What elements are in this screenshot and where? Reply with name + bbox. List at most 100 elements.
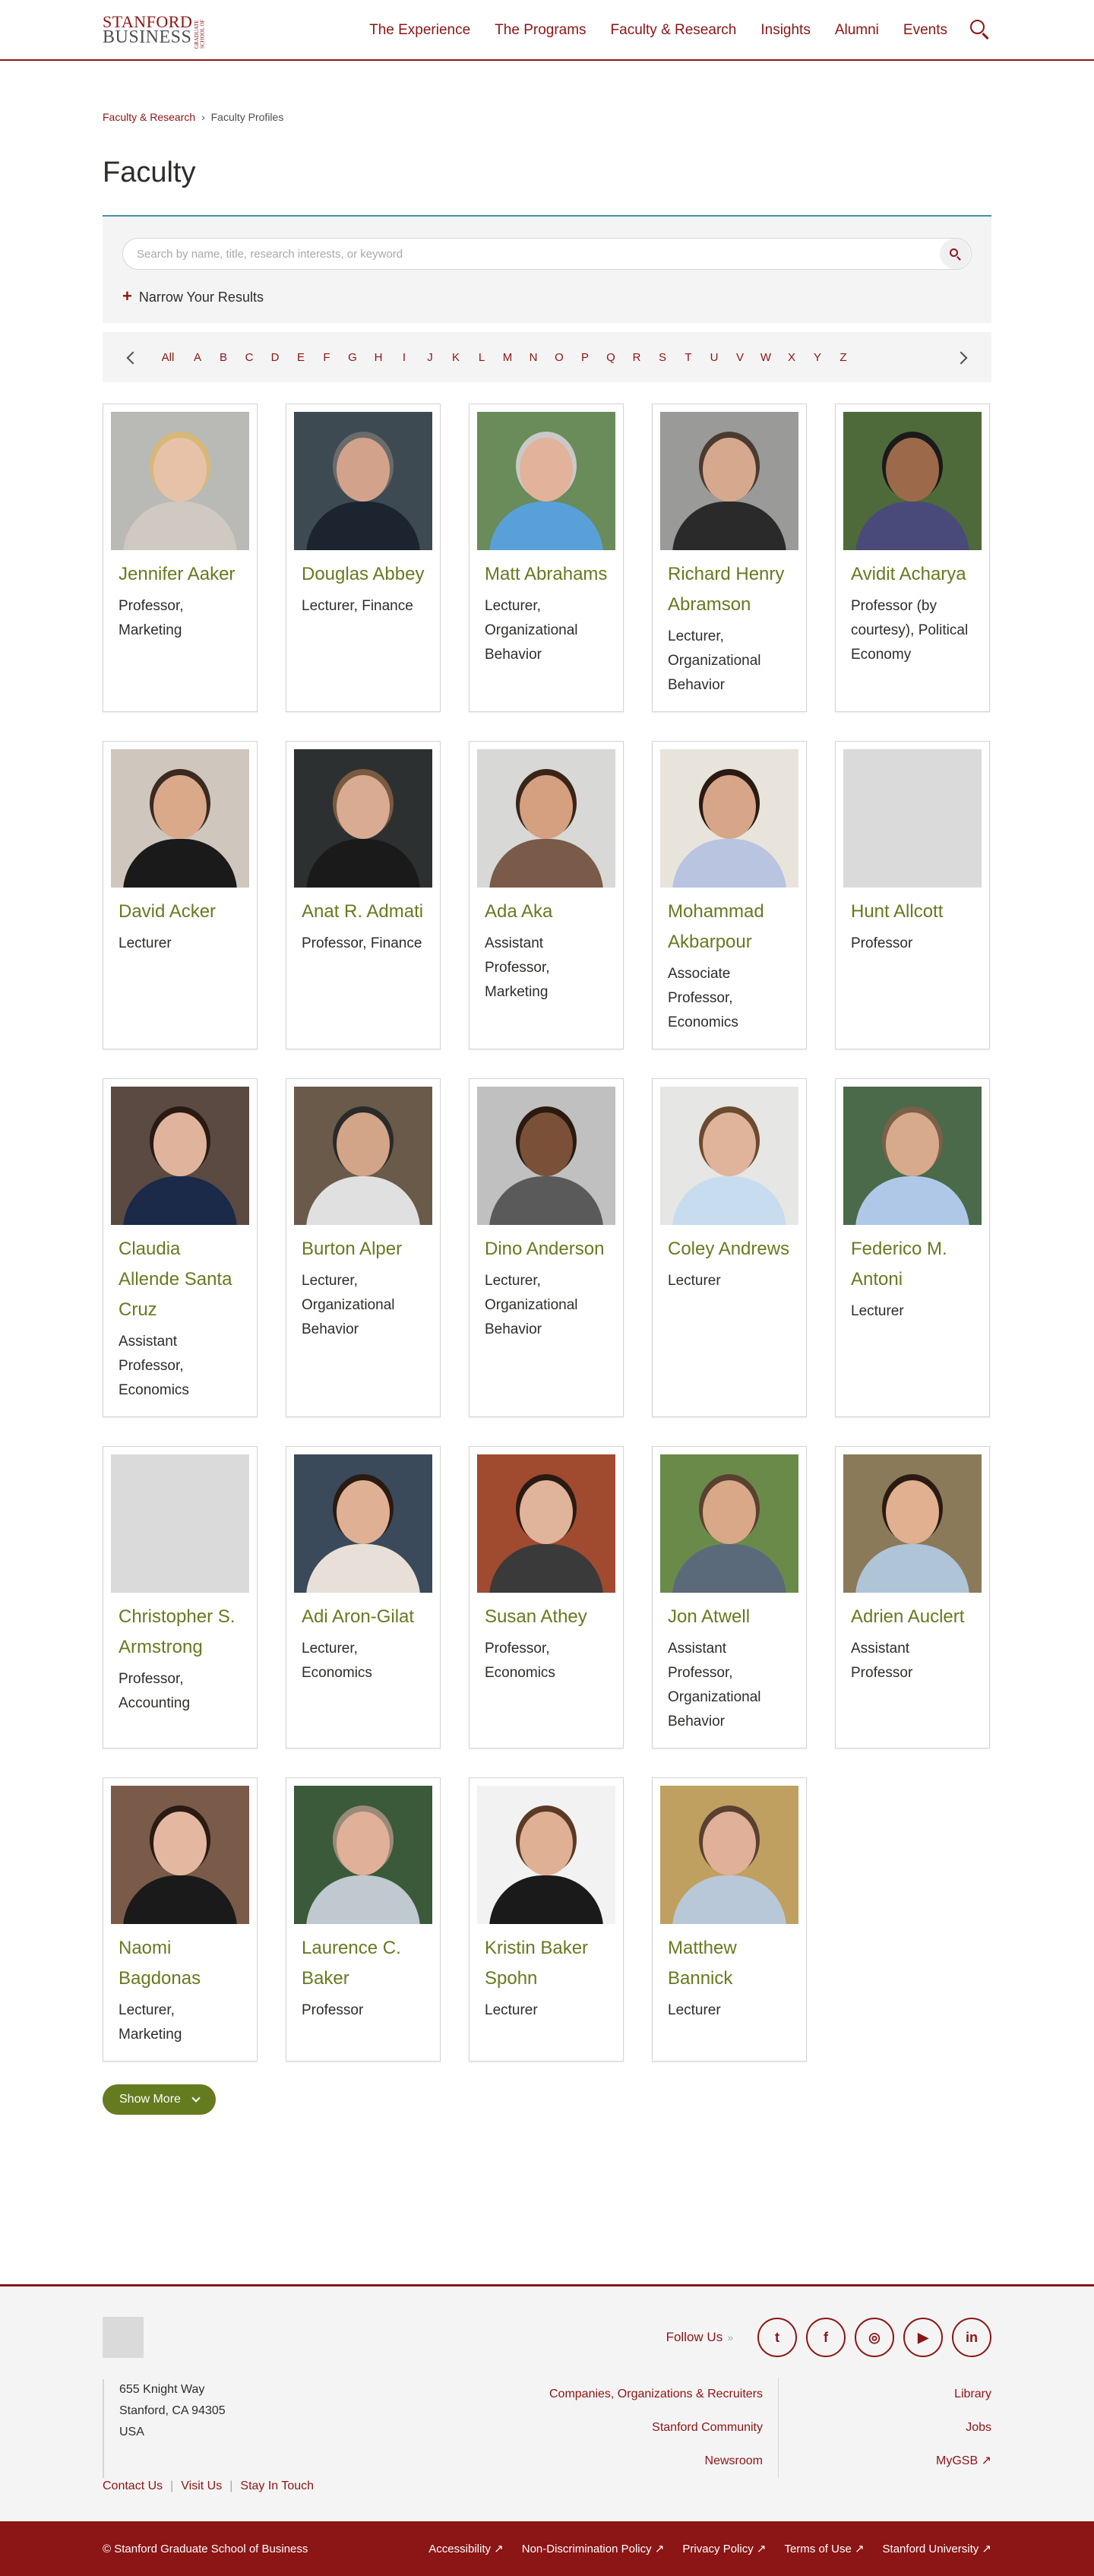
- breadcrumb-parent-link[interactable]: Faculty & Research: [103, 111, 195, 123]
- footer-link-newsroom[interactable]: Newsroom: [549, 2445, 763, 2478]
- nav-the-experience[interactable]: The Experience: [369, 22, 470, 39]
- chevron-right-icon[interactable]: [953, 347, 973, 367]
- faculty-name[interactable]: Laurence C. Baker: [294, 1933, 432, 1994]
- letter-w[interactable]: W: [753, 351, 779, 364]
- letter-j[interactable]: J: [417, 351, 443, 364]
- footer-link-jobs[interactable]: Jobs: [779, 2411, 991, 2445]
- faculty-card[interactable]: Claudia Allende Santa Cruz Assistant Prof…: [103, 1078, 258, 1417]
- faculty-card[interactable]: Laurence C. Baker Professor: [286, 1777, 441, 2062]
- letter-r[interactable]: R: [624, 351, 650, 364]
- letter-u[interactable]: U: [701, 351, 727, 364]
- faculty-photo[interactable]: [111, 1087, 249, 1225]
- nav-insights[interactable]: Insights: [760, 22, 810, 39]
- faculty-photo[interactable]: [660, 1786, 798, 1924]
- faculty-card[interactable]: Adi Aron-Gilat Lecturer, Economics: [286, 1446, 441, 1748]
- chevron-left-icon[interactable]: [121, 347, 141, 367]
- faculty-photo[interactable]: [843, 1087, 982, 1225]
- faculty-card[interactable]: Burton Alper Lecturer, Organizational Beh…: [286, 1078, 441, 1417]
- faculty-name[interactable]: Naomi Bagdonas: [111, 1933, 249, 1994]
- faculty-photo[interactable]: [294, 1087, 432, 1225]
- faculty-card[interactable]: Ada Aka Assistant Professor, Marketing: [469, 741, 624, 1049]
- letter-z[interactable]: Z: [830, 351, 856, 364]
- gsb-logo[interactable]: STANFORD BUSINESS GRADUATE SCHOOL OF: [103, 12, 207, 49]
- faculty-name[interactable]: Burton Alper: [294, 1234, 432, 1264]
- faculty-photo[interactable]: [843, 412, 982, 550]
- faculty-card[interactable]: Mohammad Akbarpour Associate Professor, E…: [652, 741, 807, 1049]
- faculty-name[interactable]: Adi Aron-Gilat: [294, 1602, 432, 1632]
- footer-link-library[interactable]: Library: [779, 2378, 991, 2411]
- faculty-name[interactable]: Richard Henry Abramson: [660, 559, 798, 620]
- faculty-photo[interactable]: [294, 1454, 432, 1593]
- faculty-photo[interactable]: [477, 1087, 615, 1225]
- faculty-name[interactable]: Federico M. Antoni: [843, 1234, 982, 1295]
- faculty-name[interactable]: Matthew Bannick: [660, 1933, 798, 1994]
- faculty-name[interactable]: Dino Anderson: [477, 1234, 615, 1264]
- legal-link-accessibility[interactable]: Accessibility ↗: [428, 2542, 503, 2555]
- faculty-card[interactable]: Hunt Allcott Professor: [835, 741, 990, 1049]
- nav-alumni[interactable]: Alumni: [835, 22, 879, 39]
- facebook-icon[interactable]: f: [806, 2318, 846, 2357]
- search-icon[interactable]: [970, 20, 991, 41]
- faculty-card[interactable]: Anat R. Admati Professor, Finance: [286, 741, 441, 1049]
- faculty-name[interactable]: Hunt Allcott: [843, 897, 982, 927]
- faculty-card[interactable]: Adrien Auclert Assistant Professor: [835, 1446, 990, 1748]
- faculty-name[interactable]: Avidit Acharya: [843, 559, 982, 590]
- letter-x[interactable]: X: [779, 351, 805, 364]
- search-submit-button[interactable]: [940, 239, 970, 269]
- faculty-card[interactable]: Coley Andrews Lecturer: [652, 1078, 807, 1417]
- faculty-name[interactable]: Matt Abrahams: [477, 559, 615, 590]
- letter-c[interactable]: C: [236, 351, 262, 364]
- letter-h[interactable]: H: [365, 351, 391, 364]
- faculty-name[interactable]: Jennifer Aaker: [111, 559, 249, 590]
- faculty-name[interactable]: Claudia Allende Santa Cruz: [111, 1234, 249, 1325]
- faculty-card[interactable]: Dino Anderson Lecturer, Organizational Be…: [469, 1078, 624, 1417]
- footer-logo[interactable]: [103, 2317, 144, 2358]
- letter-g[interactable]: G: [340, 351, 365, 364]
- faculty-photo[interactable]: [843, 1454, 982, 1593]
- faculty-card[interactable]: Avidit Acharya Professor (by courtesy), P…: [835, 403, 990, 712]
- letter-d[interactable]: D: [262, 351, 288, 364]
- faculty-card[interactable]: Douglas Abbey Lecturer, Finance: [286, 403, 441, 712]
- faculty-name[interactable]: Susan Athey: [477, 1602, 615, 1632]
- letter-t[interactable]: T: [675, 351, 701, 364]
- faculty-photo[interactable]: [477, 749, 615, 888]
- faculty-name[interactable]: Ada Aka: [477, 897, 615, 927]
- faculty-photo-placeholder[interactable]: [843, 749, 982, 888]
- linkedin-icon[interactable]: in: [952, 2318, 991, 2357]
- faculty-search-input[interactable]: [137, 247, 940, 261]
- nav-faculty-research[interactable]: Faculty & Research: [611, 22, 737, 39]
- faculty-card[interactable]: Christopher S. Armstrong Professor, Accou…: [103, 1446, 258, 1748]
- footer-link-visit-us[interactable]: Visit Us: [181, 2479, 222, 2492]
- letter-n[interactable]: N: [520, 351, 546, 364]
- nav-events[interactable]: Events: [903, 22, 947, 39]
- footer-link-contact-us[interactable]: Contact Us: [103, 2479, 163, 2492]
- faculty-card[interactable]: Richard Henry Abramson Lecturer, Organiza…: [652, 403, 807, 712]
- faculty-name[interactable]: Douglas Abbey: [294, 559, 432, 590]
- faculty-name[interactable]: Mohammad Akbarpour: [660, 897, 798, 957]
- faculty-name[interactable]: Christopher S. Armstrong: [111, 1602, 249, 1663]
- faculty-photo[interactable]: [111, 1786, 249, 1924]
- letter-y[interactable]: Y: [805, 351, 830, 364]
- legal-link-non-discrimination-policy[interactable]: Non-Discrimination Policy ↗: [522, 2542, 665, 2555]
- letter-all[interactable]: All: [151, 351, 185, 364]
- faculty-name[interactable]: Adrien Auclert: [843, 1602, 982, 1632]
- footer-link-stay-in-touch[interactable]: Stay In Touch: [240, 2479, 314, 2492]
- faculty-photo[interactable]: [294, 749, 432, 888]
- youtube-icon[interactable]: ▶: [903, 2318, 943, 2357]
- faculty-card[interactable]: David Acker Lecturer: [103, 741, 258, 1049]
- letter-f[interactable]: F: [314, 351, 340, 364]
- letter-a[interactable]: A: [185, 351, 210, 364]
- faculty-card[interactable]: Federico M. Antoni Lecturer: [835, 1078, 990, 1417]
- faculty-card[interactable]: Susan Athey Professor, Economics: [469, 1446, 624, 1748]
- legal-link-privacy-policy[interactable]: Privacy Policy ↗: [682, 2542, 766, 2555]
- faculty-photo[interactable]: [660, 412, 798, 550]
- faculty-photo[interactable]: [660, 749, 798, 888]
- instagram-icon[interactable]: ◎: [855, 2318, 894, 2357]
- nav-the-programs[interactable]: The Programs: [495, 22, 586, 39]
- footer-link-stanford-community[interactable]: Stanford Community: [549, 2411, 763, 2445]
- letter-l[interactable]: L: [469, 351, 495, 364]
- faculty-name[interactable]: David Acker: [111, 897, 249, 927]
- faculty-name[interactable]: Kristin Baker Spohn: [477, 1933, 615, 1994]
- letter-q[interactable]: Q: [598, 351, 624, 364]
- faculty-card[interactable]: Matt Abrahams Lecturer, Organizational Be…: [469, 403, 624, 712]
